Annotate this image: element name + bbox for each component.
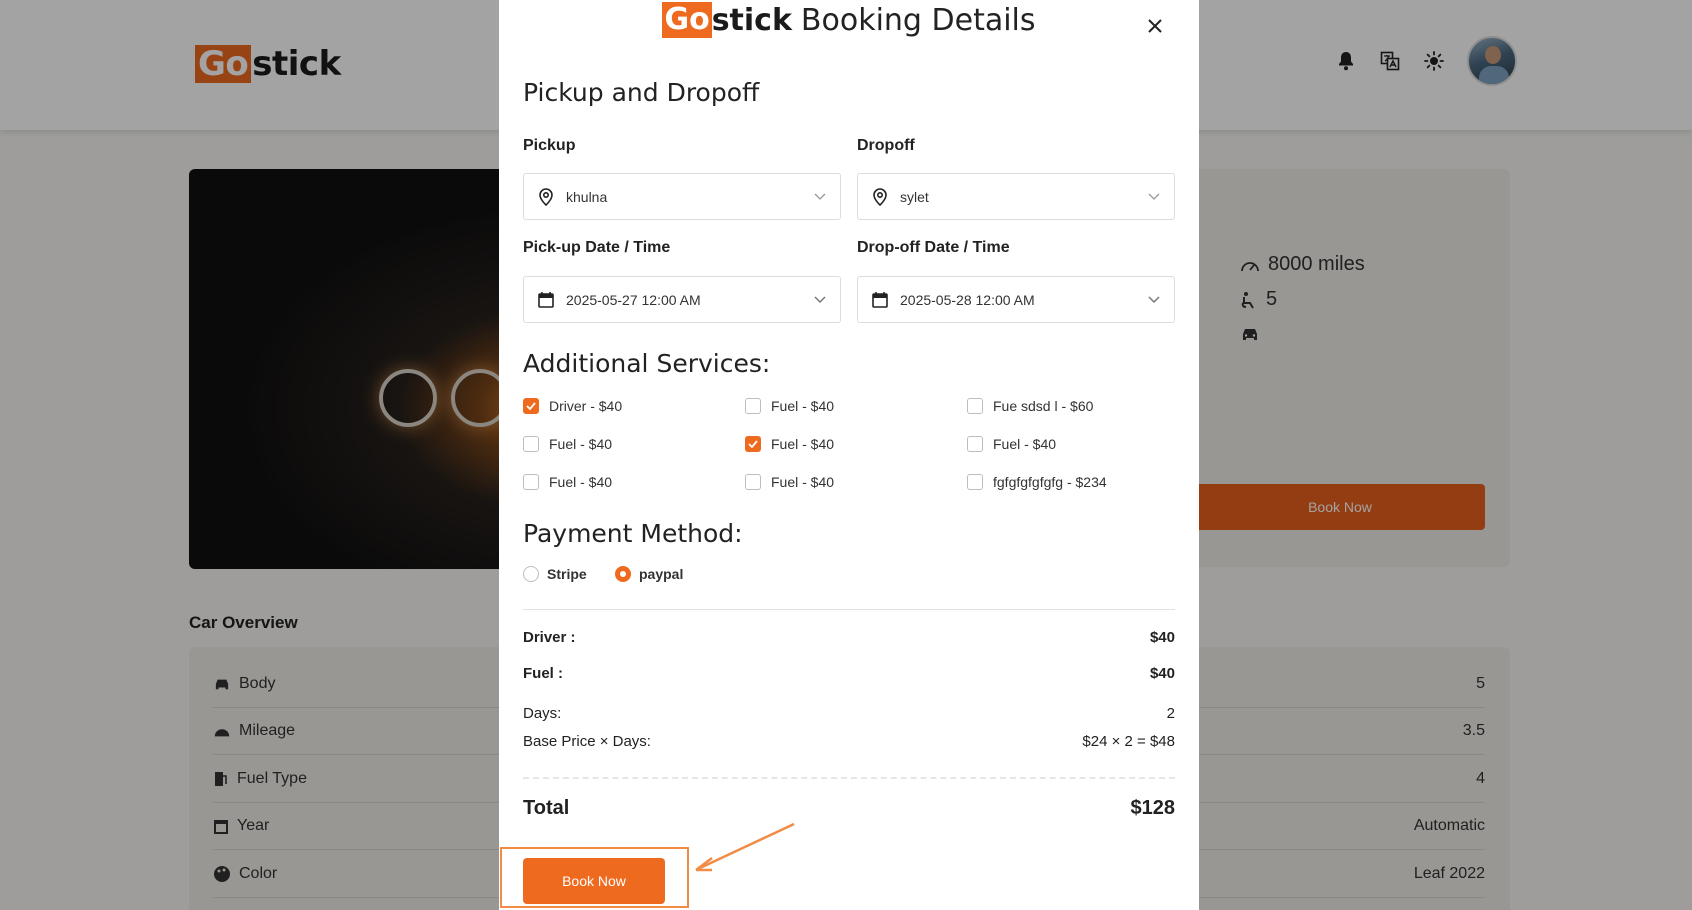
close-icon[interactable] bbox=[1142, 13, 1168, 39]
payment-radio[interactable] bbox=[615, 566, 631, 582]
dropoff-datetime-label: Drop-off Date / Time bbox=[857, 239, 1010, 256]
dropoff-datetime-value: 2025-05-28 12:00 AM bbox=[900, 291, 1035, 308]
payment-option-stripe[interactable]: Stripe bbox=[523, 566, 587, 582]
chevron-down-icon bbox=[1146, 189, 1162, 205]
section-title-additional-services: Additional Services: bbox=[523, 349, 771, 378]
modal-title-stick: stick bbox=[711, 2, 792, 38]
pickup-select[interactable]: khulna bbox=[523, 173, 841, 220]
calendar-icon bbox=[870, 290, 890, 310]
service-option[interactable]: Driver - $40 bbox=[523, 398, 622, 414]
service-checkbox[interactable] bbox=[745, 398, 761, 414]
chevron-down-icon bbox=[812, 189, 828, 205]
dropoff-select[interactable]: sylet bbox=[857, 173, 1175, 220]
pickup-datetime-label: Pick-up Date / Time bbox=[523, 239, 671, 256]
service-checkbox[interactable] bbox=[967, 474, 983, 490]
dashed-divider bbox=[523, 777, 1175, 779]
service-checkbox[interactable] bbox=[523, 398, 539, 414]
service-option[interactable]: Fuel - $40 bbox=[523, 474, 612, 490]
pickup-datetime-value: 2025-05-27 12:00 AM bbox=[566, 291, 701, 308]
modal-title-text: Booking Details bbox=[800, 2, 1036, 38]
service-checkbox[interactable] bbox=[523, 474, 539, 490]
summary-driver: Driver : $40 bbox=[523, 629, 1175, 646]
calendar-icon bbox=[536, 290, 556, 310]
dropoff-datetime-picker[interactable]: 2025-05-28 12:00 AM bbox=[857, 276, 1175, 323]
dropoff-select-value: sylet bbox=[900, 188, 929, 205]
pickup-label: Pickup bbox=[523, 137, 576, 154]
summary-days: Days: 2 bbox=[523, 705, 1175, 722]
dropoff-label: Dropoff bbox=[857, 137, 915, 154]
service-checkbox[interactable] bbox=[967, 398, 983, 414]
arrow-annotation-icon bbox=[695, 822, 795, 872]
summary-base-price: Base Price × Days: $24 × 2 = $48 bbox=[523, 733, 1175, 750]
service-option[interactable]: Fue sdsd l - $60 bbox=[967, 398, 1093, 414]
service-checkbox[interactable] bbox=[523, 436, 539, 452]
divider bbox=[523, 609, 1175, 610]
total-value: $128 bbox=[1130, 797, 1176, 819]
service-checkbox[interactable] bbox=[967, 436, 983, 452]
service-checkbox[interactable] bbox=[745, 474, 761, 490]
location-pin-icon bbox=[870, 187, 890, 207]
modal-title: Go stick Booking Details bbox=[499, 2, 1199, 38]
chevron-down-icon bbox=[812, 292, 828, 308]
booking-details-modal: Go stick Booking Details Pickup and Dropof… bbox=[499, 0, 1199, 910]
payment-option-paypal[interactable]: paypal bbox=[615, 566, 683, 582]
total-label: Total bbox=[523, 797, 570, 819]
service-option[interactable]: Fuel - $40 bbox=[523, 436, 612, 452]
service-checkbox[interactable] bbox=[745, 436, 761, 452]
payment-radio[interactable] bbox=[523, 566, 539, 582]
pickup-datetime-picker[interactable]: 2025-05-27 12:00 AM bbox=[523, 276, 841, 323]
service-option[interactable]: fgfgfgfgfgfg - $234 bbox=[967, 474, 1107, 490]
book-now-button[interactable]: Book Now bbox=[523, 858, 665, 904]
service-option[interactable]: Fuel - $40 bbox=[745, 398, 834, 414]
service-option[interactable]: Fuel - $40 bbox=[745, 474, 834, 490]
summary-fuel: Fuel : $40 bbox=[523, 665, 1175, 682]
service-option[interactable]: Fuel - $40 bbox=[967, 436, 1056, 452]
modal-title-go: Go bbox=[662, 2, 712, 38]
section-title-payment-method: Payment Method: bbox=[523, 519, 743, 548]
chevron-down-icon bbox=[1146, 292, 1162, 308]
summary-total: Total $128 bbox=[523, 797, 1175, 820]
location-pin-icon bbox=[536, 187, 556, 207]
section-title-pickup-dropoff: Pickup and Dropoff bbox=[523, 78, 760, 107]
service-option[interactable]: Fuel - $40 bbox=[745, 436, 834, 452]
pickup-select-value: khulna bbox=[566, 188, 608, 205]
